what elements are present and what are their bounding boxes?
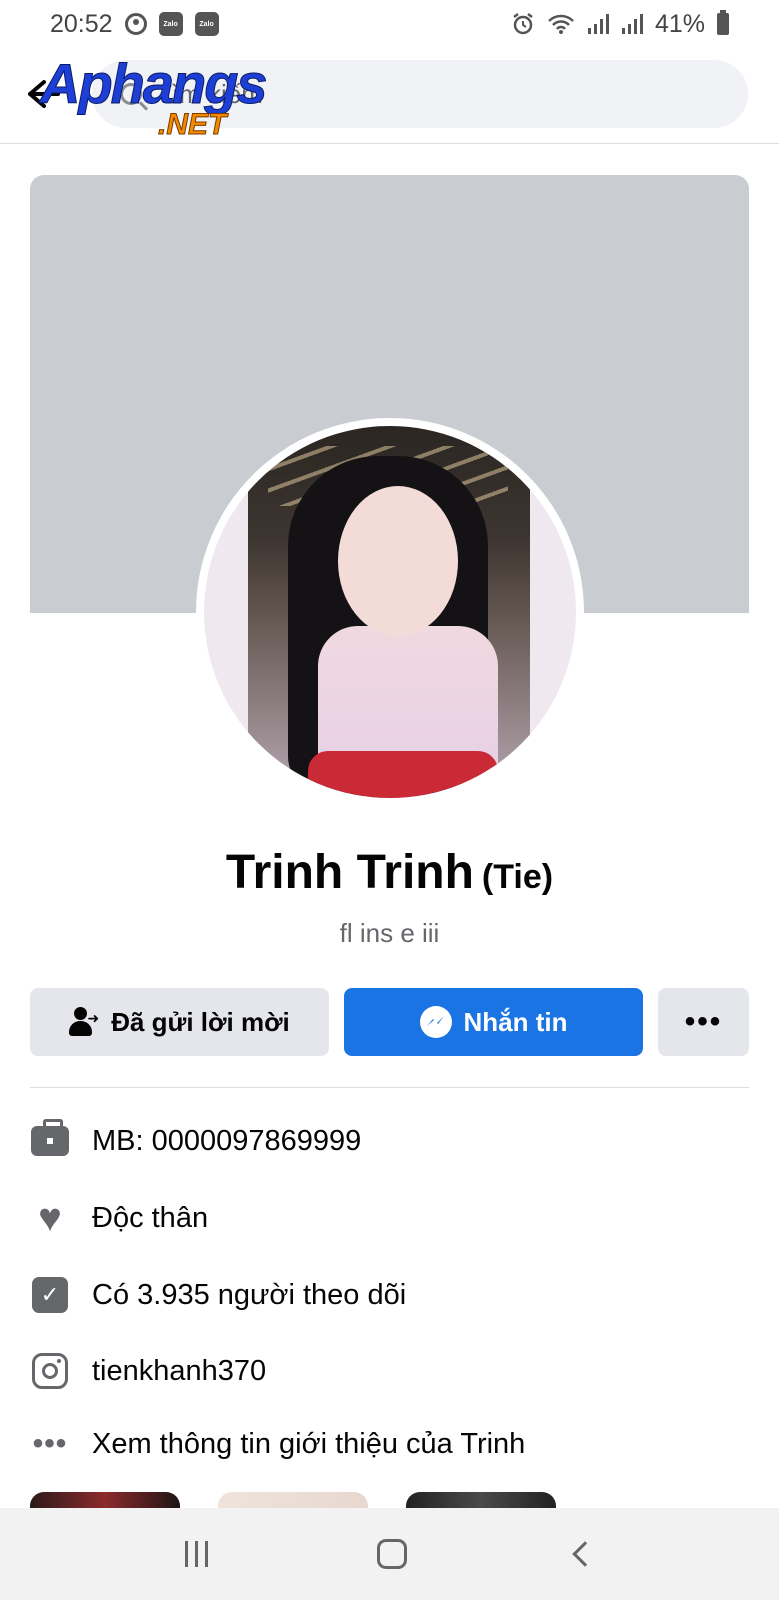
info-item-followers[interactable]: ✓ Có 3.935 người theo dõi <box>30 1265 749 1325</box>
info-text: Độc thân <box>92 1201 209 1234</box>
briefcase-icon <box>30 1119 70 1161</box>
friend-request-label: Đã gửi lời mời <box>111 1006 290 1037</box>
alarm-icon <box>511 12 535 36</box>
signal-icon <box>621 13 643 35</box>
friend-request-sent-button[interactable]: ➜ Đã gửi lời mời <box>30 988 329 1056</box>
recent-apps-icon[interactable] <box>184 1541 208 1567</box>
profile-nickname: (Tie) <box>481 858 554 896</box>
more-options-button[interactable]: ••• <box>658 988 749 1056</box>
profile-name-row: Trinh Trinh (Tie) <box>0 845 779 900</box>
signal-icon <box>587 13 609 35</box>
account-circle-icon <box>124 13 147 35</box>
system-nav-bar <box>0 1508 779 1600</box>
home-icon[interactable] <box>376 1539 407 1569</box>
messenger-icon <box>419 1006 452 1038</box>
zalo-icon: Zalo <box>158 12 183 36</box>
info-text: tienkhanh370 <box>92 1354 267 1387</box>
message-label: Nhắn tin <box>463 1006 568 1037</box>
more-dots-icon: ••• <box>684 1005 723 1038</box>
info-text: MB: 0000097869999 <box>92 1124 362 1157</box>
followers-icon: ✓ <box>30 1275 70 1315</box>
watermark-logo-text: Aphangs <box>40 52 269 115</box>
message-button[interactable]: Nhắn tin <box>344 988 643 1056</box>
status-right: 41% <box>511 10 729 39</box>
watermark-logo: Aphangs .NET <box>40 52 269 140</box>
section-divider <box>30 1087 749 1088</box>
profile-name: Trinh Trinh <box>225 846 474 899</box>
wifi-icon <box>547 13 575 35</box>
status-left: 20:52 Zalo Zalo <box>50 10 219 39</box>
info-text: Có 3.935 người theo dõi <box>92 1278 407 1311</box>
info-item-instagram[interactable]: tienkhanh370 <box>30 1341 749 1401</box>
watermark-logo-sub: .NET <box>157 108 227 141</box>
info-item-see-about[interactable]: ••• Xem thông tin giới thiệu của Trinh <box>30 1414 749 1474</box>
heart-icon: ♥ <box>38 1196 62 1240</box>
avatar-photo <box>248 426 530 798</box>
more-dots-icon: ••• <box>32 1427 68 1460</box>
battery-icon <box>717 10 729 35</box>
back-icon[interactable] <box>572 1541 599 1567</box>
info-text: Xem thông tin giới thiệu của Trinh <box>92 1427 526 1460</box>
app-header: Tìm kiếm Aphangs .NET <box>0 50 779 144</box>
battery-percent: 41% <box>654 9 705 38</box>
instagram-icon <box>30 1351 70 1391</box>
status-bar: 20:52 Zalo Zalo 41% <box>0 0 779 48</box>
status-time: 20:52 <box>50 9 113 38</box>
profile-bio: fl ins e iii <box>339 918 440 948</box>
person-request-icon: ➜ <box>69 1007 99 1037</box>
info-item-relationship: ♥ Độc thân <box>30 1188 749 1248</box>
zalo-icon: Zalo <box>194 12 219 36</box>
info-item-work: MB: 0000097869999 <box>30 1111 749 1171</box>
profile-avatar[interactable] <box>204 426 576 798</box>
